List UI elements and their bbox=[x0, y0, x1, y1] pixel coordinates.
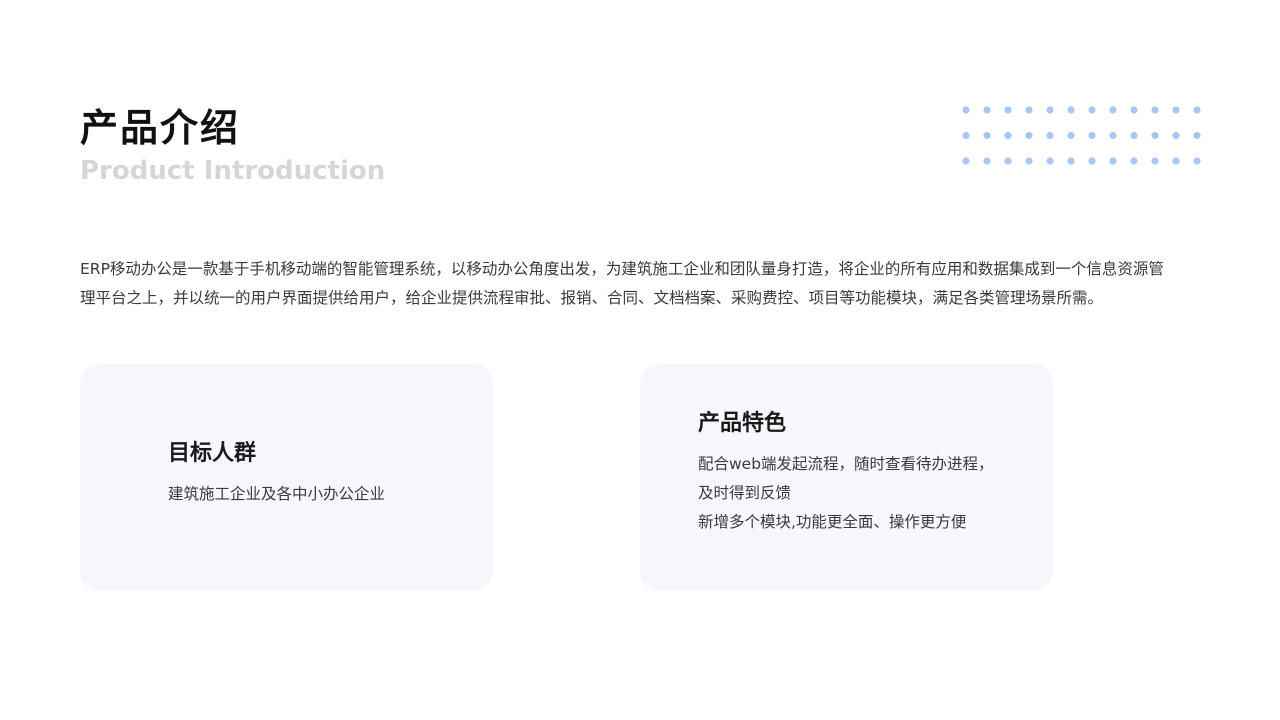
decoration-dot bbox=[983, 106, 991, 114]
decoration-dot bbox=[1004, 106, 1012, 114]
decoration-dot bbox=[1193, 131, 1201, 140]
decoration-dot bbox=[1067, 157, 1075, 165]
card-text-line: 新增多个模块,功能更全面、操作更方便 bbox=[698, 513, 967, 531]
card-text-line: 建筑施工企业及各中小办公企业 bbox=[168, 485, 386, 503]
intro-paragraph: ERP移动办公是一款基于手机移动端的智能管理系统，以移动办公角度出发，为建筑施工… bbox=[80, 255, 1210, 313]
decoration-dot bbox=[1088, 106, 1096, 114]
decoration-dot bbox=[1109, 131, 1117, 140]
decoration-dot bbox=[1130, 106, 1138, 114]
card-text-line: 配合web端发起流程，随时查看待办进程， bbox=[698, 455, 994, 473]
decoration-dot bbox=[1172, 157, 1180, 165]
decoration-dot bbox=[1004, 131, 1012, 140]
decoration-dot bbox=[1109, 157, 1117, 165]
card-text-line: 及时得到反馈 bbox=[698, 484, 792, 502]
decoration-dot bbox=[1088, 157, 1096, 165]
decoration-dot bbox=[1025, 157, 1033, 165]
intro-line: ERP移动办公是一款基于手机移动端的智能管理系统，以移动办公角度出发，为建筑施工… bbox=[80, 260, 1164, 278]
card-text: 配合web端发起流程，随时查看待办进程， 及时得到反馈 新增多个模块,功能更全面… bbox=[698, 450, 994, 537]
decoration-dot bbox=[962, 157, 970, 165]
intro-line: 理平台之上，并以统一的用户界面提供给用户，给企业提供流程审批、报销、合同、文档档… bbox=[80, 289, 1104, 307]
decoration-dot bbox=[1088, 131, 1096, 140]
dot-grid-decoration bbox=[962, 106, 1201, 165]
decoration-dot bbox=[1193, 106, 1201, 114]
card-title: 目标人群 bbox=[168, 441, 257, 466]
decoration-dot bbox=[1109, 106, 1117, 114]
decoration-dot bbox=[1004, 157, 1012, 165]
decoration-dot bbox=[1046, 131, 1054, 140]
decoration-dot bbox=[983, 157, 991, 165]
decoration-dot bbox=[962, 106, 970, 114]
card-title: 产品特色 bbox=[698, 411, 787, 436]
decoration-dot bbox=[962, 131, 970, 140]
decoration-dot bbox=[1025, 106, 1033, 114]
decoration-dot bbox=[983, 131, 991, 140]
product-features-card: 产品特色 配合web端发起流程，随时查看待办进程， 及时得到反馈 新增多个模块,… bbox=[640, 364, 1053, 591]
decoration-dot bbox=[1046, 157, 1054, 165]
decoration-dot bbox=[1130, 131, 1138, 140]
decoration-dot bbox=[1151, 106, 1159, 114]
target-audience-card: 目标人群 建筑施工企业及各中小办公企业 bbox=[80, 364, 493, 591]
page-subtitle: Product Introduction bbox=[80, 156, 386, 186]
decoration-dot bbox=[1025, 131, 1033, 140]
card-text: 建筑施工企业及各中小办公企业 bbox=[168, 480, 385, 509]
decoration-dot bbox=[1067, 106, 1075, 114]
decoration-dot bbox=[1151, 157, 1159, 165]
decoration-dot bbox=[1067, 131, 1075, 140]
decoration-dot bbox=[1151, 131, 1159, 140]
decoration-dot bbox=[1130, 157, 1138, 165]
slide: 产品介绍 Product Introduction ERP移动办公是一款基于手机… bbox=[0, 0, 1280, 720]
page-title: 产品介绍 bbox=[80, 106, 241, 150]
decoration-dot bbox=[1193, 157, 1201, 165]
decoration-dot bbox=[1172, 131, 1180, 140]
decoration-dot bbox=[1172, 106, 1180, 114]
decoration-dot bbox=[1046, 106, 1054, 114]
